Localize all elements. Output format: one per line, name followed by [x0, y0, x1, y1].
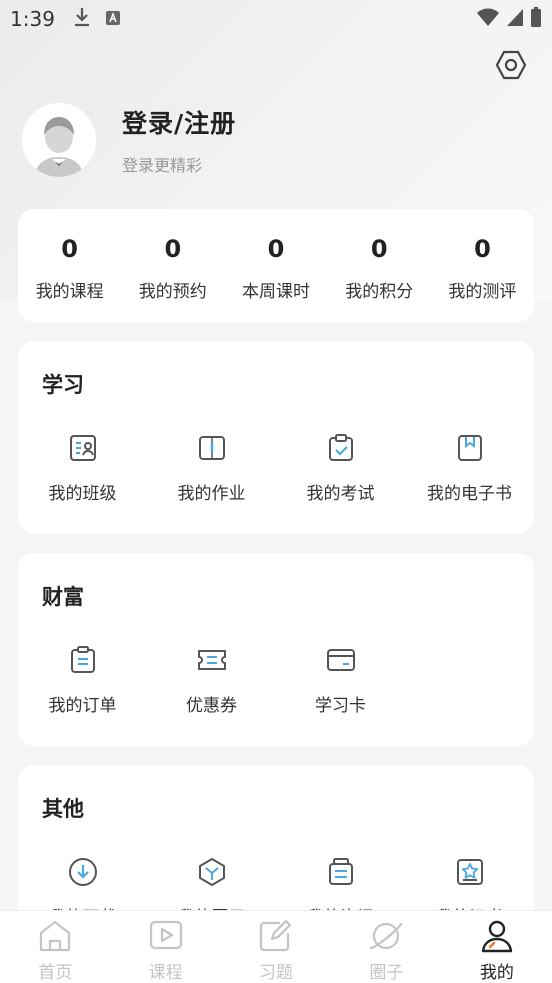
planet-icon — [367, 917, 405, 954]
wealth-section: 财富 我的订单 优惠券 学习卡 — [18, 553, 534, 746]
stat-label: 我的测评 — [448, 282, 517, 302]
study-card-icon — [324, 643, 358, 677]
grid-label: 我的班级 — [48, 484, 117, 504]
stat-label: 我的课程 — [35, 282, 104, 302]
my-ebook-button[interactable]: 我的电子书 — [405, 431, 534, 504]
tab-mine[interactable]: 我的 — [442, 911, 552, 983]
grid-label: 学习卡 — [315, 696, 366, 716]
ebook-icon — [453, 431, 487, 465]
stat-my-courses[interactable]: 0 我的课程 — [18, 209, 121, 322]
grid-label: 我的作业 — [177, 484, 246, 504]
tab-courses[interactable]: 课程 — [110, 911, 220, 983]
learning-section: 学习 我的班级 我的作业 我的考试 我的电子书 — [18, 341, 534, 534]
tab-exercises[interactable]: 习题 — [221, 911, 331, 983]
stat-my-appointments[interactable]: 0 我的预约 — [121, 209, 224, 322]
stat-my-points[interactable]: 0 我的积分 — [328, 209, 431, 322]
settings-hexagon-icon — [495, 49, 527, 85]
my-class-button[interactable]: 我的班级 — [18, 431, 147, 504]
wifi-icon — [476, 7, 500, 32]
home-icon — [36, 917, 74, 954]
course-icon — [147, 917, 185, 954]
stat-value: 0 — [164, 235, 182, 263]
coupons-button[interactable]: 优惠券 — [147, 643, 276, 716]
login-register-link[interactable]: 登录/注册 — [122, 104, 236, 140]
stat-value: 0 — [370, 235, 388, 263]
section-title: 学习 — [42, 373, 84, 397]
tab-circle[interactable]: 圈子 — [331, 911, 441, 983]
exam-icon — [324, 431, 358, 465]
order-icon — [66, 643, 100, 677]
tab-home[interactable]: 首页 — [0, 911, 110, 983]
signal-icon — [506, 7, 524, 32]
default-avatar-icon — [22, 103, 96, 177]
stats-card: 0 我的课程 0 我的预约 0 本周课时 0 我的积分 0 我的测评 — [18, 209, 534, 322]
grid-label: 我的考试 — [306, 484, 375, 504]
section-title: 财富 — [42, 585, 84, 609]
stat-my-assessments[interactable]: 0 我的测评 — [431, 209, 534, 322]
stat-value: 0 — [474, 235, 491, 263]
battery-icon — [530, 6, 542, 33]
settings-button[interactable] — [494, 50, 528, 84]
grid-label: 我的电子书 — [427, 484, 512, 504]
stat-label: 我的积分 — [345, 282, 414, 302]
circle-icon — [195, 855, 229, 889]
class-icon — [66, 431, 100, 465]
profile-header[interactable]: 登录/注册 登录更精彩 — [20, 100, 236, 180]
homework-icon — [195, 431, 229, 465]
keyboard-status-icon — [105, 7, 121, 31]
grid-label: 我的订单 — [48, 696, 117, 716]
news-icon — [324, 855, 358, 889]
exercise-icon — [257, 917, 295, 954]
tab-label: 课程 — [148, 963, 183, 983]
tab-label: 圈子 — [369, 963, 404, 983]
stat-weekly-hours[interactable]: 0 本周课时 — [224, 209, 327, 322]
avatar[interactable] — [20, 101, 98, 179]
tab-label: 我的 — [479, 963, 514, 983]
status-time: 1:39 — [10, 7, 55, 31]
profile-icon — [478, 917, 516, 954]
login-subtitle: 登录更精彩 — [122, 156, 203, 175]
certificate-icon — [453, 855, 487, 889]
coupon-icon — [195, 643, 229, 677]
my-orders-button[interactable]: 我的订单 — [18, 643, 147, 716]
download-status-icon — [73, 7, 91, 32]
my-exam-button[interactable]: 我的考试 — [276, 431, 405, 504]
tab-label: 习题 — [259, 963, 294, 983]
tab-label: 首页 — [38, 963, 73, 983]
download-icon — [66, 855, 100, 889]
study-card-button[interactable]: 学习卡 — [276, 643, 405, 716]
stat-value: 0 — [61, 235, 78, 263]
stat-value: 0 — [267, 235, 285, 263]
my-homework-button[interactable]: 我的作业 — [147, 431, 276, 504]
section-title: 其他 — [42, 797, 84, 821]
stat-label: 我的预约 — [138, 282, 207, 302]
grid-label: 优惠券 — [186, 696, 237, 716]
bottom-tab-bar: 首页 课程 习题 圈子 我的 — [0, 910, 552, 983]
stat-label: 本周课时 — [242, 282, 310, 302]
status-bar: 1:39 — [0, 0, 552, 38]
